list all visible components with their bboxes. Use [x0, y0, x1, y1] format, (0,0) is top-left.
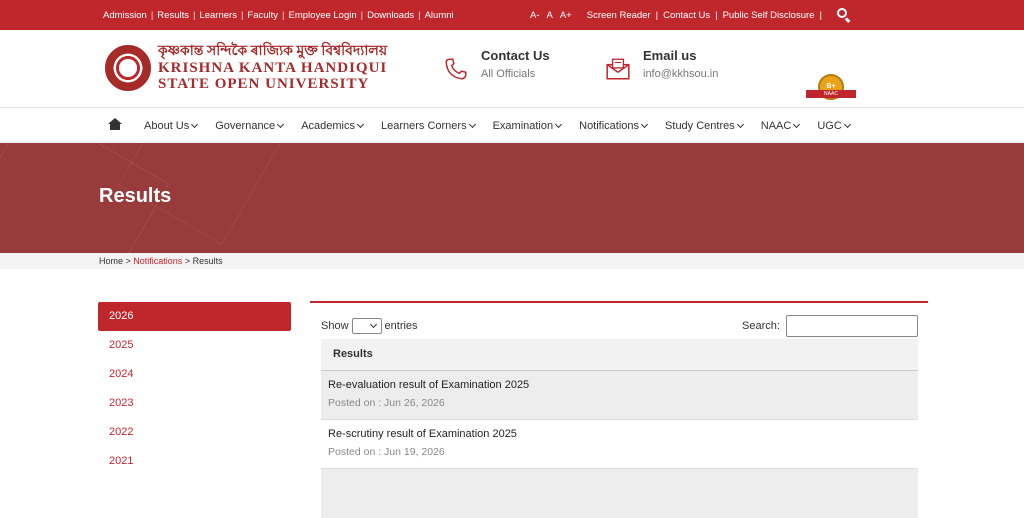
- logo-english-line1: KRISHNA KANTA HANDIQUI: [158, 60, 388, 76]
- top-links: Admission | Results | Learners | Faculty | E…: [103, 9, 454, 21]
- chevron-down-icon: [843, 120, 851, 128]
- site-header: কৃষ্ণকান্ত সন্দিকৈ ৰাজ্যিক মুক্ত বিশ্ববি…: [0, 30, 1024, 108]
- year-tab-2024[interactable]: 2024: [98, 360, 291, 389]
- nav-about-us[interactable]: About Us: [144, 120, 199, 132]
- chevron-down-icon: [793, 120, 801, 128]
- chevron-down-icon: [736, 120, 744, 128]
- contact-us-title: Contact Us: [481, 48, 550, 63]
- nav-examination[interactable]: Examination: [493, 120, 563, 132]
- chevron-down-icon: [468, 120, 476, 128]
- contact-us-sub: All Officials: [481, 68, 536, 80]
- nav-governance[interactable]: Governance: [215, 120, 285, 132]
- year-tab-2022[interactable]: 2022: [98, 418, 291, 447]
- chevron-down-icon: [555, 120, 563, 128]
- search-label: Search:: [742, 320, 780, 332]
- contact-us-link[interactable]: Contact Us: [663, 10, 710, 21]
- font-increase-button[interactable]: A+: [560, 10, 572, 21]
- logo-english-line2: STATE OPEN UNIVERSITY: [158, 76, 370, 92]
- table-header-results[interactable]: Results: [321, 339, 918, 371]
- nav-academics[interactable]: Academics: [301, 120, 365, 132]
- public-self-disclosure-link[interactable]: Public Self Disclosure: [723, 10, 815, 21]
- entries-control: Show entries: [321, 318, 418, 334]
- email-us-title: Email us: [643, 48, 697, 63]
- top-link-admission[interactable]: Admission: [103, 10, 147, 21]
- top-link-learners[interactable]: Learners: [199, 10, 237, 21]
- nav-naac[interactable]: NAAC: [761, 120, 801, 132]
- table-search-input[interactable]: [786, 315, 918, 337]
- show-label: Show: [321, 320, 349, 332]
- logo-bengali-name: কৃষ্ণকান্ত সন্দিকৈ ৰাজ্যিক মুক্ত বিশ্ববি…: [158, 44, 388, 59]
- breadcrumb-home[interactable]: Home: [99, 256, 123, 266]
- breadcrumb-notifications[interactable]: Notifications: [133, 256, 182, 266]
- email-us-address[interactable]: info@kkhsou.in: [643, 68, 718, 80]
- screen-reader-link[interactable]: Screen Reader: [587, 10, 651, 21]
- entries-select[interactable]: [351, 318, 382, 334]
- nav-study-centres[interactable]: Study Centres: [665, 120, 744, 132]
- year-tab-2026[interactable]: 2026: [98, 302, 291, 331]
- search-icon[interactable]: [836, 8, 851, 23]
- chevron-down-icon: [356, 120, 365, 128]
- result-title[interactable]: Re-scrutiny result of Examination 2025: [328, 428, 918, 440]
- page-title: Results: [99, 185, 172, 207]
- page-banner: Results: [0, 143, 1024, 253]
- nav-notifications[interactable]: Notifications: [579, 120, 649, 132]
- breadcrumb-current: Results: [192, 256, 223, 266]
- font-decrease-button[interactable]: A-: [530, 10, 540, 21]
- contact-us-block[interactable]: Contact Us All Officials: [443, 48, 550, 82]
- result-posted-date: Posted on : Jun 26, 2026: [328, 397, 445, 409]
- table-row[interactable]: [321, 469, 918, 518]
- university-logo-emblem[interactable]: [105, 45, 151, 91]
- breadcrumb: Home > Notifications > Results: [0, 253, 1024, 269]
- table-row[interactable]: Re-scrutiny result of Examination 2025 P…: [321, 420, 918, 469]
- entries-label: entries: [384, 320, 418, 332]
- top-link-faculty[interactable]: Faculty: [247, 10, 278, 21]
- table-row[interactable]: Re-evaluation result of Examination 2025…: [321, 371, 918, 420]
- nav-learners-corners[interactable]: Learners Corners: [381, 120, 476, 132]
- top-link-results[interactable]: Results: [157, 10, 189, 21]
- chevron-down-icon: [369, 320, 377, 329]
- chevron-down-icon: [277, 120, 285, 128]
- nav-ugc[interactable]: UGC: [817, 120, 851, 132]
- result-title[interactable]: Re-evaluation result of Examination 2025: [328, 379, 918, 391]
- year-tab-2025[interactable]: 2025: [98, 331, 291, 360]
- top-bar: Admission | Results | Learners | Faculty | E…: [0, 0, 1024, 30]
- top-link-downloads[interactable]: Downloads: [367, 10, 414, 21]
- phone-icon: [445, 58, 467, 80]
- results-table-panel: Show entries Search: Results Re-evaluati…: [310, 301, 928, 518]
- top-link-alumni[interactable]: Alumni: [425, 10, 454, 21]
- chevron-down-icon: [641, 120, 649, 128]
- chevron-down-icon: [191, 120, 199, 128]
- top-link-employee-login[interactable]: Employee Login: [289, 10, 357, 21]
- year-tab-2023[interactable]: 2023: [98, 389, 291, 418]
- envelope-icon: [606, 58, 630, 80]
- home-icon[interactable]: [108, 118, 122, 131]
- year-sidebar: 2026 2025 2024 2023 2022 2021: [98, 302, 291, 476]
- naac-badge: B+ NAAC: [806, 74, 856, 104]
- result-posted-date: Posted on : Jun 19, 2026: [328, 446, 445, 458]
- top-right-links: A- A A+ Screen Reader | Contact Us | Publi…: [530, 0, 851, 30]
- university-logo-text[interactable]: কৃষ্ণকান্ত সন্দিকৈ ৰাজ্যিক মুক্ত বিশ্ববি…: [158, 44, 387, 92]
- main-nav: About Us Governance Academics Learners C…: [0, 108, 1024, 143]
- email-us-block[interactable]: Email us info@kkhsou.in: [605, 48, 718, 82]
- naac-label: NAAC: [806, 90, 856, 98]
- font-normal-button[interactable]: A: [547, 10, 553, 21]
